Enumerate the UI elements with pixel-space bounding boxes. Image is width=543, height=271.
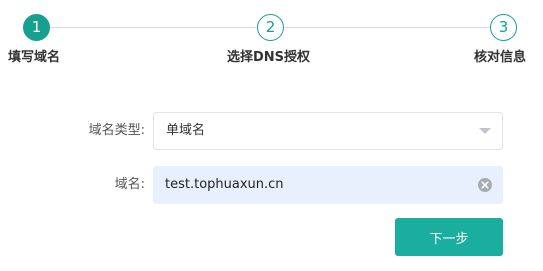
certificate-apply-page: 1 填写域名 2 选择DNS授权 3 核对信息 域名类型: 单域名 域名: te… xyxy=(0,0,543,271)
step-connector xyxy=(285,27,490,28)
chevron-down-icon[interactable] xyxy=(479,128,491,134)
step-number-badge: 3 xyxy=(490,14,517,41)
domain-label: 域名: xyxy=(114,177,145,192)
domain-type-select[interactable]: 单域名 xyxy=(153,112,503,150)
step-number-badge: 1 xyxy=(23,14,50,41)
progress-stepper: 1 填写域名 2 选择DNS授权 3 核对信息 xyxy=(0,0,543,70)
domain-row: 域名: test.tophuaxun.cn xyxy=(0,166,543,204)
step-number-badge: 2 xyxy=(257,14,284,41)
domain-input-value: test.tophuaxun.cn xyxy=(165,177,284,192)
next-step-button[interactable]: 下一步 xyxy=(395,218,503,256)
x-mark-icon xyxy=(481,181,489,189)
domain-type-label: 域名类型: xyxy=(88,123,145,138)
clear-circle-icon[interactable] xyxy=(478,178,492,192)
step-label: 选择DNS授权 xyxy=(227,50,311,65)
step-label: 填写域名 xyxy=(8,50,61,65)
step-label: 核对信息 xyxy=(474,50,527,65)
step-connector xyxy=(50,27,256,28)
domain-type-row: 域名类型: 单域名 xyxy=(0,112,543,150)
domain-input[interactable]: test.tophuaxun.cn xyxy=(153,166,503,204)
domain-type-value: 单域名 xyxy=(166,123,206,138)
